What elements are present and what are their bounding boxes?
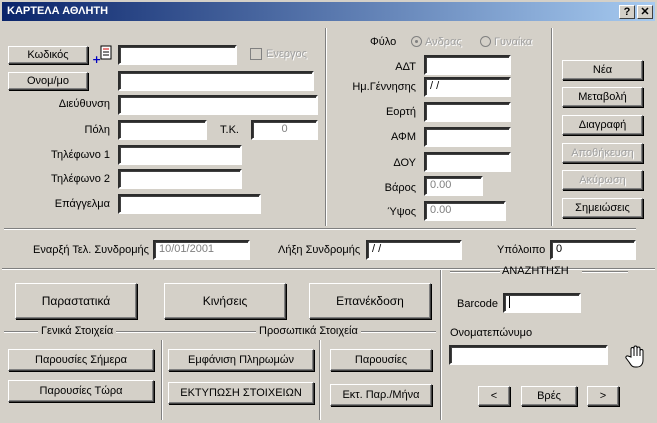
name-input[interactable] [118, 71, 314, 91]
divider [319, 340, 321, 420]
fullname-label: Ονοματεπώνυμο [450, 327, 533, 339]
attendances-button[interactable]: Παρουσίες [330, 349, 432, 371]
window-title: ΚΑΡΤΕΛΑ ΑΘΛΗΤΗ [7, 5, 109, 17]
help-button[interactable]: ? [619, 5, 635, 19]
weight-label: Βάρος [384, 182, 416, 194]
subscription-start-label: Εναρξή Τελ. Συνδρομής [33, 244, 149, 256]
phone2-input[interactable] [118, 169, 242, 189]
subscription-end-label: Λήξη Συνδρομής [278, 244, 361, 256]
id-label: ΑΔΤ [395, 61, 416, 73]
phone2-label: Τηλέφωνο 2 [51, 173, 110, 185]
title-bar[interactable]: ΚΑΡΤΕΛΑ ΑΘΛΗΤΗ ? ✕ [2, 2, 655, 21]
svg-text:+: + [92, 53, 101, 64]
divider [325, 28, 327, 226]
female-label: Γυναίκα [494, 36, 533, 48]
divider [440, 270, 442, 420]
divider [161, 340, 163, 420]
show-payments-button[interactable]: Εμφάνιση Πληρωμών [168, 349, 314, 371]
phone1-input[interactable] [118, 145, 242, 165]
balance-input[interactable]: 0 [550, 240, 636, 260]
afm-input[interactable] [424, 127, 511, 147]
athlete-card-window: ΚΑΡΤΕΛΑ ΑΘΛΗΤΗ ? ✕ Κωδικός + Ενεργος Ονο… [0, 0, 657, 423]
barcode-input[interactable] [503, 293, 581, 313]
previous-button[interactable]: < [478, 386, 510, 406]
profession-input[interactable] [118, 194, 261, 214]
city-input[interactable] [118, 120, 207, 140]
divider [4, 228, 636, 230]
height-input[interactable]: 0.00 [424, 201, 506, 221]
search-title: ΑΝΑΖΗΤΗΣΗ [502, 265, 569, 277]
birthdate-input[interactable]: / / [424, 77, 511, 97]
address-label: Διεύθυνση [58, 98, 110, 110]
print-monthly-attendance-button[interactable]: Εκτ. Παρ./Μήνα [330, 384, 432, 406]
divider [450, 271, 500, 273]
new-record-icon[interactable]: + [92, 44, 114, 66]
city-label: Πόλη [84, 124, 110, 136]
birthdate-label: Ημ.Γέννησης [352, 81, 416, 93]
name-button[interactable]: Ονομ/μο [8, 72, 88, 90]
active-label: Ενεργος [266, 48, 307, 60]
barcode-label: Barcode [457, 298, 498, 310]
notes-button[interactable]: Σημειώσεις [562, 198, 643, 218]
doy-input[interactable] [424, 152, 511, 172]
modify-button[interactable]: Μεταβολή [562, 87, 643, 107]
code-button[interactable]: Κωδικός [8, 46, 88, 64]
print-details-button[interactable]: ΕΚΤΥΠΩΣΗ ΣΤΟΙΧΕΙΩΝ [168, 382, 314, 404]
fullname-search-input[interactable] [449, 345, 608, 365]
weight-input[interactable]: 0.00 [424, 176, 483, 196]
new-button[interactable]: Νέα [562, 60, 643, 80]
save-button[interactable]: Αποθήκευση [562, 143, 643, 163]
address-input[interactable] [118, 95, 318, 115]
attend-today-button[interactable]: Παρουσίες Σήμερα [8, 349, 154, 371]
divider [582, 271, 628, 273]
find-button[interactable]: Βρές [521, 386, 577, 406]
afm-label: ΑΦΜ [391, 131, 416, 143]
id-input[interactable] [424, 55, 511, 75]
divider [551, 28, 553, 226]
nameday-label: Εορτή [385, 106, 416, 118]
close-button[interactable]: ✕ [637, 5, 653, 19]
profession-label: Επάγγελμα [54, 198, 110, 210]
male-label: Ανδρας [425, 36, 462, 48]
personal-info-group-label: Προσωπικά Στοιχεία [256, 325, 361, 337]
postcode-input[interactable]: 0 [251, 120, 318, 140]
code-input[interactable] [118, 45, 237, 65]
hand-cursor-icon[interactable] [624, 345, 646, 369]
female-radio[interactable] [480, 36, 491, 47]
gender-label: Φύλο [370, 36, 397, 48]
movements-button[interactable]: Κινήσεις [164, 283, 286, 319]
phone1-label: Τηλέφωνο 1 [51, 149, 110, 161]
delete-button[interactable]: Διαγραφή [562, 115, 643, 135]
subscription-start-input[interactable]: 10/01/2001 [153, 240, 250, 260]
active-checkbox[interactable] [250, 48, 262, 60]
balance-label: Υπόλοιπο [497, 244, 546, 256]
renewal-button[interactable]: Επανέκδοση [309, 283, 431, 319]
height-label: Ύψος [387, 206, 416, 218]
nameday-input[interactable] [424, 102, 511, 122]
doy-label: ΔΟΥ [393, 157, 416, 169]
subscription-end-input[interactable]: / / [366, 240, 462, 260]
cancel-button[interactable]: Ακύρωση [562, 170, 643, 190]
postcode-label: Τ.Κ. [220, 124, 239, 136]
attend-now-button[interactable]: Παρουσίες Τώρα [8, 380, 154, 402]
general-info-group-label: Γενικά Στοιχεία [38, 325, 117, 337]
next-button[interactable]: > [587, 386, 619, 406]
male-radio[interactable] [411, 36, 422, 47]
invoices-button[interactable]: Παραστατικά [15, 283, 137, 319]
